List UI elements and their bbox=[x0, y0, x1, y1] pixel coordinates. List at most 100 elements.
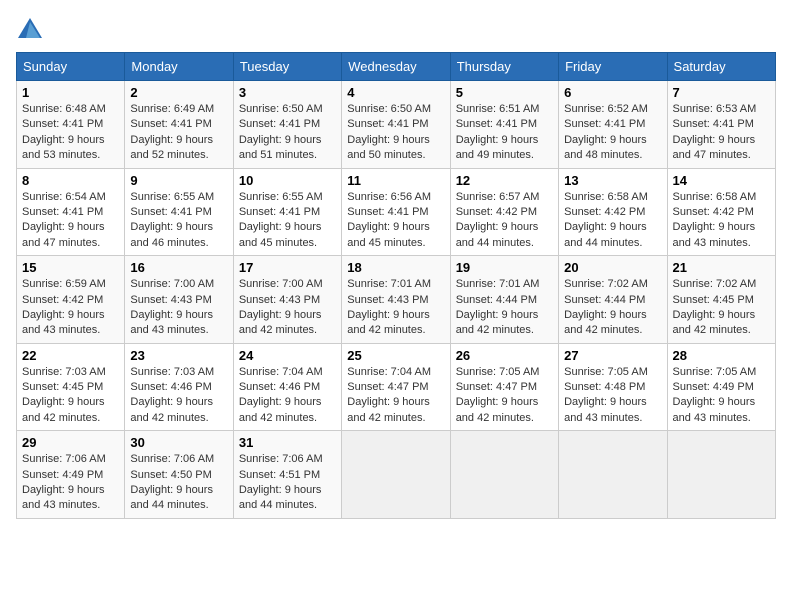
sunrise-line: Sunrise: 6:59 AM bbox=[22, 277, 119, 292]
day-number: 7 bbox=[673, 85, 770, 100]
daylight-minutes-label: and 42 minutes. bbox=[456, 411, 553, 426]
calendar-cell: 21Sunrise: 7:02 AMSunset: 4:45 PMDayligh… bbox=[667, 256, 775, 344]
sunrise-line: Sunrise: 7:04 AM bbox=[347, 365, 444, 380]
calendar-cell: 1Sunrise: 6:48 AMSunset: 4:41 PMDaylight… bbox=[17, 81, 125, 169]
daylight-hours-label: Daylight: 9 hours bbox=[22, 308, 119, 323]
sunrise-line: Sunrise: 6:57 AM bbox=[456, 190, 553, 205]
calendar-cell: 6Sunrise: 6:52 AMSunset: 4:41 PMDaylight… bbox=[559, 81, 667, 169]
sunset-line: Sunset: 4:50 PM bbox=[130, 468, 227, 483]
daylight-hours-label: Daylight: 9 hours bbox=[564, 220, 661, 235]
calendar-cell: 14Sunrise: 6:58 AMSunset: 4:42 PMDayligh… bbox=[667, 168, 775, 256]
day-number: 5 bbox=[456, 85, 553, 100]
daylight-hours-label: Daylight: 9 hours bbox=[673, 395, 770, 410]
calendar-cell: 23Sunrise: 7:03 AMSunset: 4:46 PMDayligh… bbox=[125, 343, 233, 431]
calendar-cell bbox=[559, 431, 667, 519]
calendar-week-row: 8Sunrise: 6:54 AMSunset: 4:41 PMDaylight… bbox=[17, 168, 776, 256]
sunset-line: Sunset: 4:48 PM bbox=[564, 380, 661, 395]
daylight-minutes-label: and 43 minutes. bbox=[130, 323, 227, 338]
sunset-line: Sunset: 4:47 PM bbox=[456, 380, 553, 395]
sunrise-line: Sunrise: 7:06 AM bbox=[130, 452, 227, 467]
daylight-minutes-label: and 53 minutes. bbox=[22, 148, 119, 163]
daylight-minutes-label: and 43 minutes. bbox=[22, 323, 119, 338]
daylight-minutes-label: and 48 minutes. bbox=[564, 148, 661, 163]
sunset-line: Sunset: 4:41 PM bbox=[673, 117, 770, 132]
calendar-cell: 15Sunrise: 6:59 AMSunset: 4:42 PMDayligh… bbox=[17, 256, 125, 344]
calendar-cell: 11Sunrise: 6:56 AMSunset: 4:41 PMDayligh… bbox=[342, 168, 450, 256]
daylight-minutes-label: and 49 minutes. bbox=[456, 148, 553, 163]
day-number: 29 bbox=[22, 435, 119, 450]
daylight-minutes-label: and 45 minutes. bbox=[239, 236, 336, 251]
calendar-cell: 13Sunrise: 6:58 AMSunset: 4:42 PMDayligh… bbox=[559, 168, 667, 256]
sunrise-line: Sunrise: 6:58 AM bbox=[673, 190, 770, 205]
sunrise-line: Sunrise: 7:01 AM bbox=[456, 277, 553, 292]
calendar-cell: 3Sunrise: 6:50 AMSunset: 4:41 PMDaylight… bbox=[233, 81, 341, 169]
sunrise-line: Sunrise: 6:49 AM bbox=[130, 102, 227, 117]
daylight-hours-label: Daylight: 9 hours bbox=[239, 483, 336, 498]
calendar-cell: 10Sunrise: 6:55 AMSunset: 4:41 PMDayligh… bbox=[233, 168, 341, 256]
calendar-cell: 22Sunrise: 7:03 AMSunset: 4:45 PMDayligh… bbox=[17, 343, 125, 431]
sunset-line: Sunset: 4:41 PM bbox=[239, 117, 336, 132]
calendar-cell: 16Sunrise: 7:00 AMSunset: 4:43 PMDayligh… bbox=[125, 256, 233, 344]
sunset-line: Sunset: 4:46 PM bbox=[239, 380, 336, 395]
sunset-line: Sunset: 4:44 PM bbox=[456, 293, 553, 308]
daylight-hours-label: Daylight: 9 hours bbox=[347, 220, 444, 235]
sunrise-line: Sunrise: 6:56 AM bbox=[347, 190, 444, 205]
daylight-minutes-label: and 42 minutes. bbox=[347, 411, 444, 426]
day-number: 27 bbox=[564, 348, 661, 363]
daylight-minutes-label: and 50 minutes. bbox=[347, 148, 444, 163]
sunset-line: Sunset: 4:43 PM bbox=[347, 293, 444, 308]
sunset-line: Sunset: 4:41 PM bbox=[130, 117, 227, 132]
sunrise-line: Sunrise: 7:00 AM bbox=[239, 277, 336, 292]
sunrise-line: Sunrise: 7:02 AM bbox=[564, 277, 661, 292]
calendar-cell: 17Sunrise: 7:00 AMSunset: 4:43 PMDayligh… bbox=[233, 256, 341, 344]
sunset-line: Sunset: 4:42 PM bbox=[456, 205, 553, 220]
weekday-header: Monday bbox=[125, 53, 233, 81]
daylight-minutes-label: and 42 minutes. bbox=[347, 323, 444, 338]
sunset-line: Sunset: 4:41 PM bbox=[564, 117, 661, 132]
daylight-hours-label: Daylight: 9 hours bbox=[673, 220, 770, 235]
sunrise-line: Sunrise: 7:01 AM bbox=[347, 277, 444, 292]
daylight-minutes-label: and 44 minutes. bbox=[130, 498, 227, 513]
logo-icon bbox=[16, 16, 44, 44]
sunrise-line: Sunrise: 6:55 AM bbox=[239, 190, 336, 205]
calendar-cell: 24Sunrise: 7:04 AMSunset: 4:46 PMDayligh… bbox=[233, 343, 341, 431]
sunset-line: Sunset: 4:43 PM bbox=[239, 293, 336, 308]
sunset-line: Sunset: 4:41 PM bbox=[22, 117, 119, 132]
daylight-hours-label: Daylight: 9 hours bbox=[673, 308, 770, 323]
calendar-cell bbox=[450, 431, 558, 519]
daylight-minutes-label: and 47 minutes. bbox=[673, 148, 770, 163]
daylight-minutes-label: and 44 minutes. bbox=[239, 498, 336, 513]
daylight-minutes-label: and 47 minutes. bbox=[22, 236, 119, 251]
sunset-line: Sunset: 4:45 PM bbox=[22, 380, 119, 395]
daylight-hours-label: Daylight: 9 hours bbox=[456, 395, 553, 410]
daylight-minutes-label: and 45 minutes. bbox=[347, 236, 444, 251]
daylight-hours-label: Daylight: 9 hours bbox=[130, 220, 227, 235]
sunrise-line: Sunrise: 7:05 AM bbox=[456, 365, 553, 380]
header bbox=[16, 16, 776, 44]
calendar-cell: 9Sunrise: 6:55 AMSunset: 4:41 PMDaylight… bbox=[125, 168, 233, 256]
daylight-hours-label: Daylight: 9 hours bbox=[239, 308, 336, 323]
daylight-hours-label: Daylight: 9 hours bbox=[130, 395, 227, 410]
daylight-hours-label: Daylight: 9 hours bbox=[130, 133, 227, 148]
daylight-minutes-label: and 51 minutes. bbox=[239, 148, 336, 163]
daylight-hours-label: Daylight: 9 hours bbox=[22, 220, 119, 235]
daylight-minutes-label: and 46 minutes. bbox=[130, 236, 227, 251]
day-number: 12 bbox=[456, 173, 553, 188]
sunset-line: Sunset: 4:46 PM bbox=[130, 380, 227, 395]
sunrise-line: Sunrise: 7:05 AM bbox=[564, 365, 661, 380]
day-number: 6 bbox=[564, 85, 661, 100]
calendar-cell: 30Sunrise: 7:06 AMSunset: 4:50 PMDayligh… bbox=[125, 431, 233, 519]
daylight-minutes-label: and 42 minutes. bbox=[239, 323, 336, 338]
daylight-minutes-label: and 42 minutes. bbox=[564, 323, 661, 338]
day-number: 1 bbox=[22, 85, 119, 100]
sunrise-line: Sunrise: 6:53 AM bbox=[673, 102, 770, 117]
daylight-hours-label: Daylight: 9 hours bbox=[456, 308, 553, 323]
daylight-hours-label: Daylight: 9 hours bbox=[239, 133, 336, 148]
daylight-hours-label: Daylight: 9 hours bbox=[456, 220, 553, 235]
sunset-line: Sunset: 4:41 PM bbox=[456, 117, 553, 132]
day-number: 19 bbox=[456, 260, 553, 275]
logo bbox=[16, 16, 48, 44]
daylight-hours-label: Daylight: 9 hours bbox=[347, 395, 444, 410]
sunset-line: Sunset: 4:45 PM bbox=[673, 293, 770, 308]
daylight-hours-label: Daylight: 9 hours bbox=[22, 395, 119, 410]
